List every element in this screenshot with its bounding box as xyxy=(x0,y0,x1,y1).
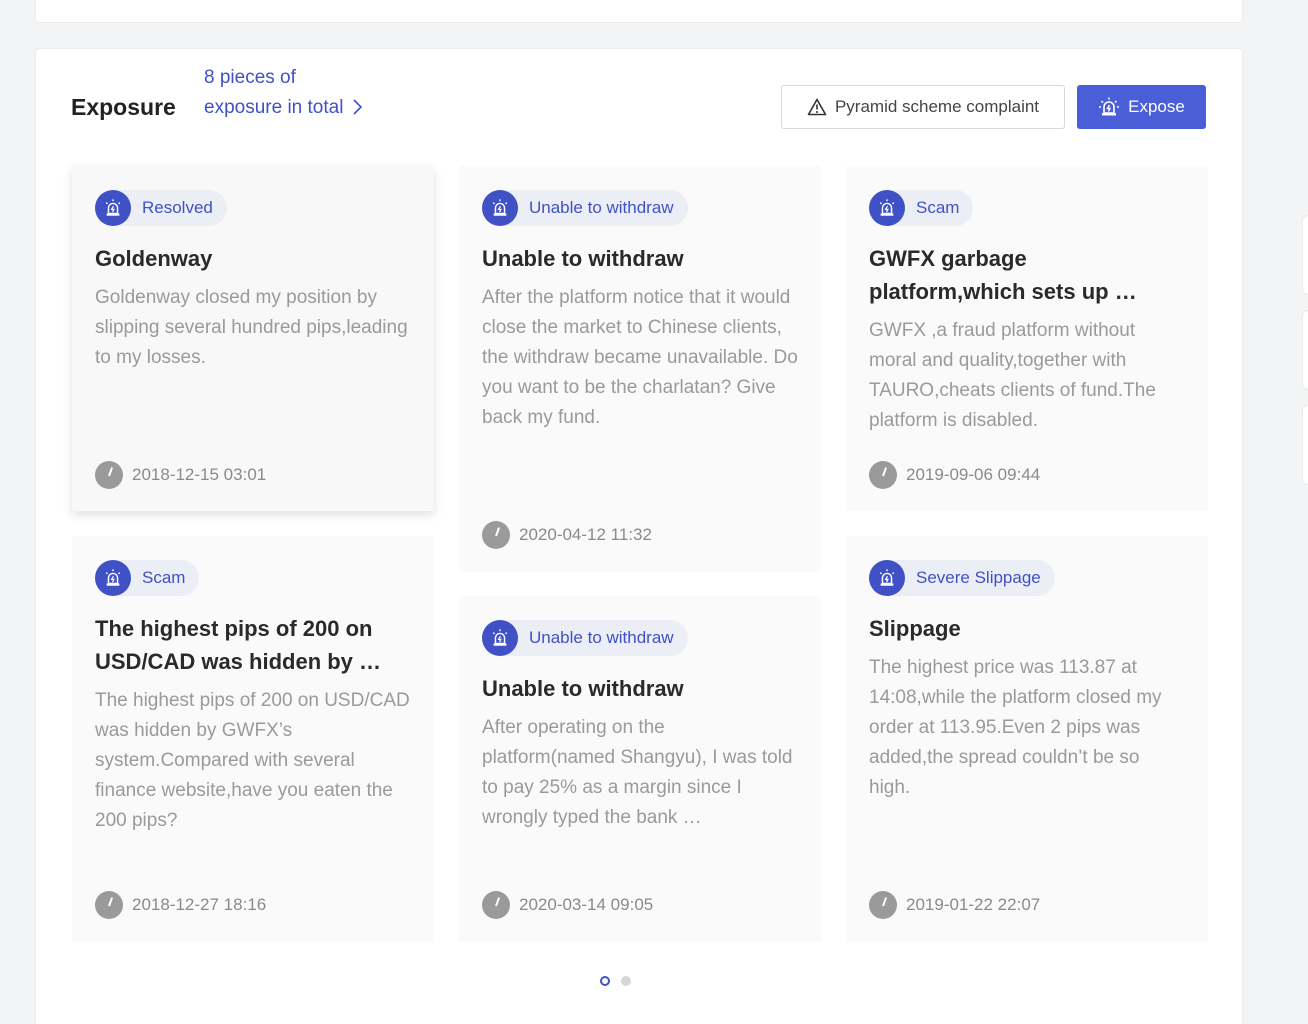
card-time-text: 2019-09-06 09:44 xyxy=(906,465,1041,484)
carousel-dot-2[interactable] xyxy=(621,976,631,986)
clock-icon xyxy=(482,891,510,919)
alarm-light-icon xyxy=(869,560,905,596)
clock-icon xyxy=(869,891,897,919)
card-time-text: 2019-01-22 22:07 xyxy=(906,895,1041,914)
status-tag-label: Unable to withdraw xyxy=(529,198,674,217)
status-tag-label: Scam xyxy=(916,198,960,217)
card-timestamp: 2020-04-12 11:32 xyxy=(482,521,652,549)
clock-icon xyxy=(95,461,123,489)
expose-label: Expose xyxy=(1128,97,1185,116)
card-title[interactable]: The highest pips of 200 on USD/CAD was h… xyxy=(95,612,415,678)
chevron-right-icon[interactable] xyxy=(348,98,366,116)
alarm-light-icon xyxy=(482,190,518,226)
carousel-pagination xyxy=(600,976,631,986)
carousel-dot-1[interactable] xyxy=(600,976,610,986)
side-scroll-edge xyxy=(1298,215,1308,515)
status-tag: Resolved xyxy=(95,190,227,226)
previous-section-panel xyxy=(35,0,1243,23)
card-body: After the platform notice that it would … xyxy=(482,287,798,428)
exposure-card[interactable]: Unable to withdraw Unable to withdraw Af… xyxy=(459,166,821,572)
status-tag-label: Unable to withdraw xyxy=(529,628,674,647)
card-title[interactable]: GWFX garbage platform,which sets up … xyxy=(869,242,1179,308)
card-timestamp: 2018-12-15 03:01 xyxy=(95,461,266,489)
alarm-light-icon xyxy=(1099,97,1120,116)
clock-icon xyxy=(95,891,123,919)
card-title[interactable]: Slippage xyxy=(869,612,1185,645)
card-time-text: 2020-04-12 11:32 xyxy=(519,525,652,544)
card-time-text: 2020-03-14 09:05 xyxy=(519,895,654,914)
exposure-count-link[interactable]: 8 pieces of exposure in total xyxy=(204,63,344,123)
status-tag: Unable to withdraw xyxy=(482,620,688,656)
card-timestamp: 2019-01-22 22:07 xyxy=(869,891,1040,919)
pyramid-complaint-label: Pyramid scheme complaint xyxy=(834,97,1040,116)
card-body: The highest price was 113.87 at 14:08,wh… xyxy=(869,657,1162,798)
card-body: Goldenway closed my position by slipping… xyxy=(95,287,408,368)
card-body: The highest pips of 200 on USD/CAD was h… xyxy=(95,690,410,831)
card-body: GWFX ,a fraud platform without moral and… xyxy=(869,320,1156,431)
status-tag-label: Scam xyxy=(142,568,186,587)
expose-button[interactable]: Expose xyxy=(1077,85,1206,129)
status-tag-label: Severe Slippage xyxy=(916,568,1041,587)
card-body: After operating on the platform(named Sh… xyxy=(482,717,793,828)
section-title: Exposure xyxy=(71,94,176,120)
status-tag: Scam xyxy=(95,560,200,596)
card-timestamp: 2020-03-14 09:05 xyxy=(482,891,653,919)
clock-icon xyxy=(869,461,897,489)
exposure-card[interactable]: Severe Slippage Slippage The highest pri… xyxy=(846,536,1208,942)
card-timestamp: 2018-12-27 18:16 xyxy=(95,891,266,919)
alarm-light-icon xyxy=(482,620,518,656)
exposure-card[interactable]: Unable to withdraw Unable to withdraw Af… xyxy=(459,596,821,942)
exposure-card[interactable]: Scam The highest pips of 200 on USD/CAD … xyxy=(72,536,434,942)
status-tag: Scam xyxy=(869,190,974,226)
card-time-text: 2018-12-15 03:01 xyxy=(132,465,267,484)
alarm-light-icon xyxy=(95,560,131,596)
card-timestamp: 2019-09-06 09:44 xyxy=(869,461,1040,489)
alarm-light-icon xyxy=(869,190,905,226)
status-tag: Severe Slippage xyxy=(869,560,1055,596)
pyramid-complaint-button[interactable]: Pyramid scheme complaint xyxy=(781,85,1065,129)
card-time-text: 2018-12-27 18:16 xyxy=(132,895,267,914)
alarm-light-icon xyxy=(95,190,131,226)
card-title[interactable]: Goldenway xyxy=(95,242,411,275)
card-title[interactable]: Unable to withdraw xyxy=(482,672,798,705)
clock-icon xyxy=(482,521,510,549)
exposure-card[interactable]: Scam GWFX garbage platform,which sets up… xyxy=(846,166,1208,511)
status-tag-label: Resolved xyxy=(142,198,213,217)
warning-triangle-icon xyxy=(807,98,827,116)
status-tag: Unable to withdraw xyxy=(482,190,688,226)
card-title[interactable]: Unable to withdraw xyxy=(482,242,798,275)
exposure-card[interactable]: Resolved Goldenway Goldenway closed my p… xyxy=(72,166,434,511)
